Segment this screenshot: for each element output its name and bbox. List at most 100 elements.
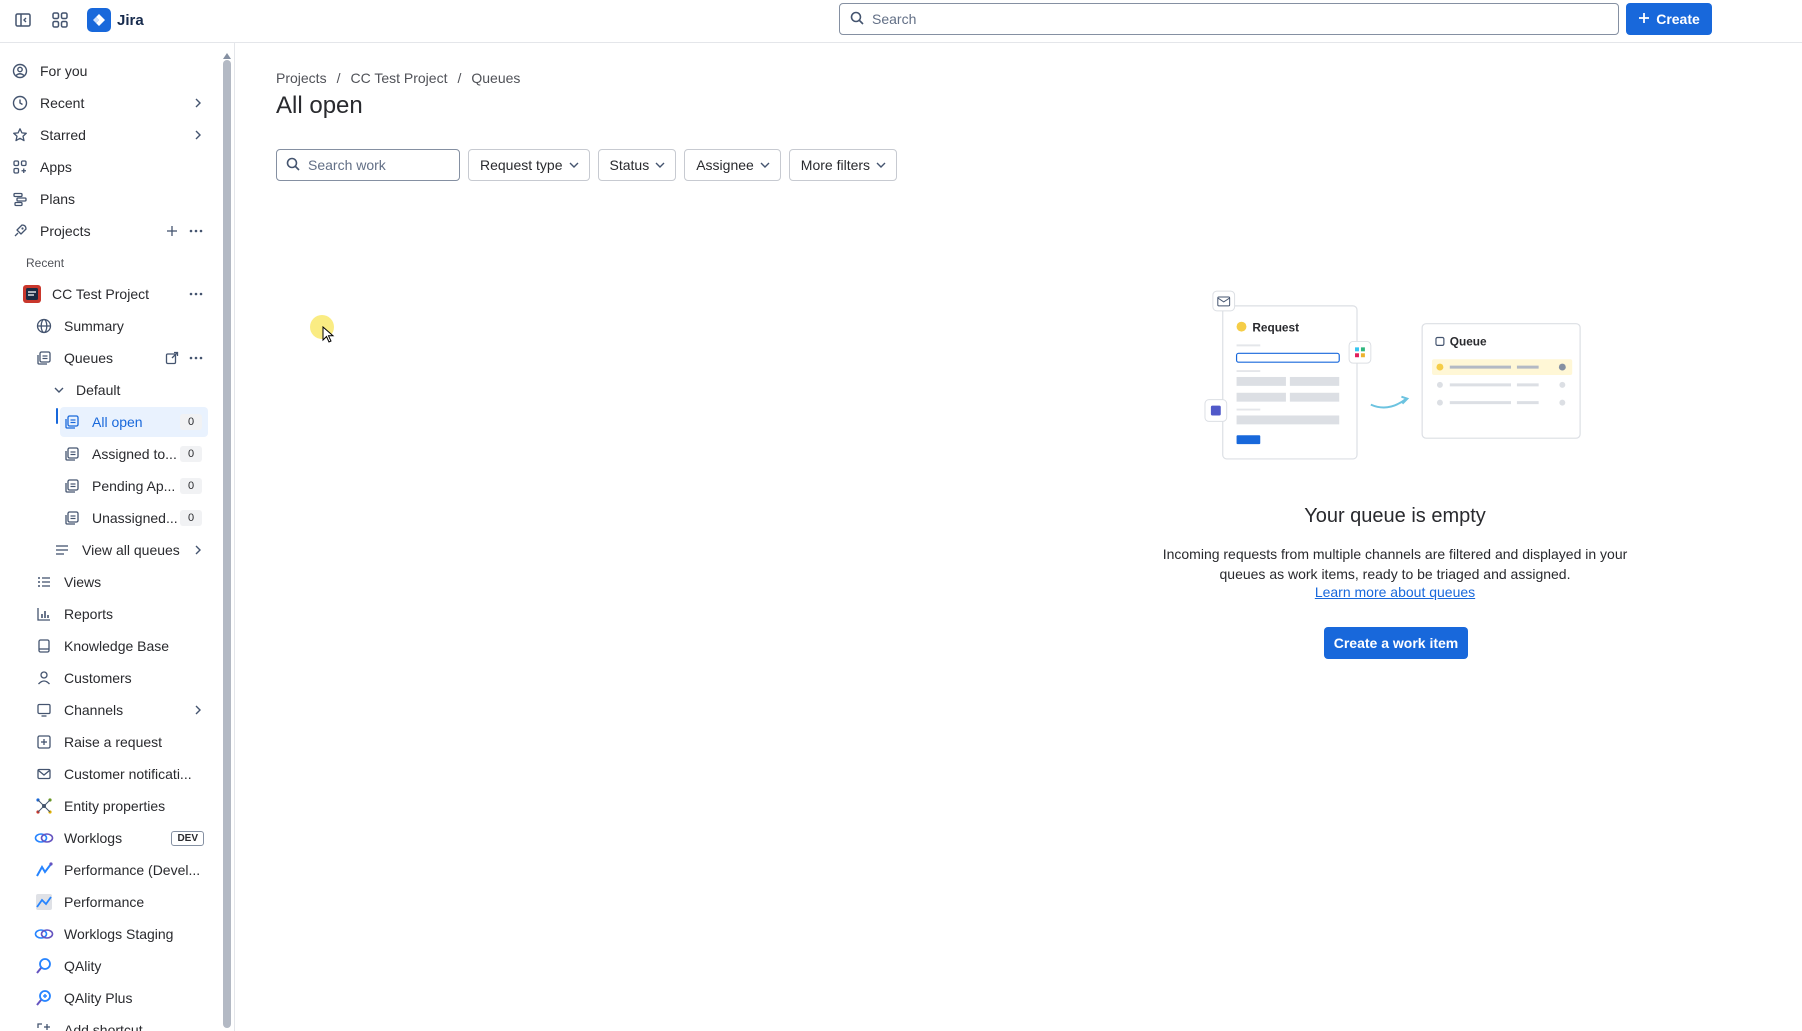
sidebar-item-knowledge-base[interactable]: Knowledge Base — [32, 631, 208, 661]
sidebar-item-summary[interactable]: Summary — [32, 311, 208, 341]
star-icon — [8, 125, 32, 145]
sidebar-divider[interactable] — [234, 43, 235, 1031]
sidebar-item-projects[interactable]: Projects — [8, 216, 208, 246]
bar-chart-icon — [32, 604, 56, 624]
empty-state-description: Incoming requests from multiple channels… — [1162, 546, 1628, 582]
sidebar-item-queues[interactable]: Queues — [32, 343, 208, 373]
more-options-icon[interactable] — [184, 346, 208, 370]
learn-more-queues-link[interactable]: Learn more about queues — [1315, 584, 1475, 600]
open-external-icon[interactable] — [160, 346, 184, 370]
add-project-icon[interactable] — [160, 219, 184, 243]
sidebar-toggle-icon[interactable] — [12, 9, 34, 31]
sidebar-item-qality[interactable]: QAlity — [32, 951, 208, 981]
views-icon — [32, 572, 56, 592]
sidebar-item-starred[interactable]: Starred — [8, 120, 208, 150]
sidebar-item-label: Pending Ap... — [92, 478, 176, 494]
worklogs-app-icon — [32, 828, 56, 848]
sidebar-item-view-all-queues[interactable]: View all queues — [50, 535, 208, 565]
rocket-icon — [8, 221, 32, 241]
sidebar-scrollbar[interactable] — [223, 60, 231, 1028]
queue-count-badge: 0 — [180, 414, 202, 430]
globe-icon — [32, 316, 56, 336]
sidebar-item-performance[interactable]: Performance — [32, 887, 208, 917]
more-options-icon[interactable] — [184, 282, 208, 306]
performance-image-icon — [32, 892, 56, 912]
sidebar-item-plans[interactable]: Plans — [8, 184, 208, 214]
sidebar-item-worklogs-staging[interactable]: Worklogs Staging — [32, 919, 208, 949]
filter-bar: Request type Status Assignee More filter… — [276, 149, 898, 181]
sidebar-item-recent[interactable]: Recent — [8, 88, 208, 118]
queue-count-badge: 0 — [180, 446, 202, 462]
breadcrumb-queues[interactable]: Queues — [471, 70, 520, 86]
queue-item-assigned[interactable]: Assigned to... 0 — [60, 439, 208, 469]
sidebar-item-label: All open — [92, 414, 143, 430]
sidebar-item-label: Starred — [40, 127, 86, 143]
sidebar-item-label: Summary — [64, 318, 124, 334]
sidebar-item-customers[interactable]: Customers — [32, 663, 208, 693]
sidebar-item-views[interactable]: Views — [32, 567, 208, 597]
queue-group-default[interactable]: Default — [50, 375, 208, 405]
sidebar-item-reports[interactable]: Reports — [32, 599, 208, 629]
queue-item-unassigned[interactable]: Unassigned... 0 — [60, 503, 208, 533]
filter-status[interactable]: Status — [597, 149, 677, 181]
filter-label: More filters — [800, 157, 871, 173]
recent-section-label: Recent — [26, 256, 65, 270]
sidebar-item-customer-notifications[interactable]: Customer notificati... — [32, 759, 208, 789]
jira-logo[interactable]: Jira — [87, 8, 144, 32]
mouse-cursor-icon — [322, 326, 335, 343]
chevron-down-icon — [760, 157, 770, 173]
sidebar-item-add-shortcut[interactable]: Add shortcut — [32, 1015, 208, 1031]
more-options-icon[interactable] — [184, 219, 208, 243]
sidebar-item-label: Apps — [40, 159, 72, 175]
queue-icon — [60, 412, 84, 432]
filter-more-filters[interactable]: More filters — [788, 149, 898, 181]
global-search-input[interactable] — [872, 11, 1572, 27]
sidebar-item-qality-plus[interactable]: QAlity Plus — [32, 983, 208, 1013]
sidebar-item-label: Queues — [64, 350, 114, 366]
breadcrumb-projects[interactable]: Projects — [276, 70, 327, 86]
search-work-field[interactable] — [276, 149, 460, 181]
chevron-down-icon — [876, 157, 886, 173]
person-icon — [32, 668, 56, 688]
chevron-right-icon[interactable] — [188, 93, 208, 113]
create-button[interactable]: Create — [1626, 3, 1712, 35]
sidebar-project-cc-test[interactable]: CC Test Project — [20, 279, 208, 309]
sidebar-item-apps[interactable]: Apps — [8, 152, 208, 182]
chevron-down-icon — [569, 157, 579, 173]
sidebar-item-for-you[interactable]: For you — [8, 56, 208, 86]
sidebar-item-channels[interactable]: Channels — [32, 695, 208, 725]
sidebar-item-label: QAlity Plus — [64, 990, 133, 1006]
create-work-item-button[interactable]: Create a work item — [1324, 627, 1468, 659]
chevron-right-icon — [188, 540, 208, 560]
qality-plus-app-icon — [32, 988, 56, 1008]
filter-request-type[interactable]: Request type — [468, 149, 590, 181]
active-indicator — [56, 408, 58, 424]
sidebar-item-raise-request[interactable]: Raise a request — [32, 727, 208, 757]
sidebar-item-label: Plans — [40, 191, 76, 207]
app-switcher-icon[interactable] — [49, 9, 71, 31]
scroll-up-arrow-icon[interactable] — [222, 47, 232, 59]
sidebar-item-label: Raise a request — [64, 734, 163, 750]
filter-assignee[interactable]: Assignee — [684, 149, 781, 181]
sidebar: For you Recent Starred Apps Plans Projec… — [0, 43, 222, 1031]
breadcrumb-project[interactable]: CC Test Project — [350, 70, 447, 86]
app-name: Jira — [117, 11, 144, 29]
filter-label: Status — [609, 157, 650, 173]
sidebar-item-label: Performance (Devel... — [64, 862, 201, 878]
sidebar-item-label: Unassigned... — [92, 510, 178, 526]
sidebar-item-entity-properties[interactable]: Entity properties — [32, 791, 208, 821]
sidebar-item-performance-dev[interactable]: Performance (Devel... — [32, 855, 208, 885]
sidebar-item-label: Default — [76, 382, 121, 398]
chevron-right-icon[interactable] — [188, 125, 208, 145]
search-work-input[interactable] — [308, 157, 458, 173]
sidebar-item-worklogs[interactable]: Worklogs DEV — [32, 823, 208, 853]
clock-icon — [8, 93, 32, 113]
queue-item-all-open[interactable]: All open 0 — [60, 407, 208, 437]
queue-item-pending[interactable]: Pending Ap... 0 — [60, 471, 208, 501]
chevron-right-icon[interactable] — [188, 700, 208, 720]
sidebar-item-label: View all queues — [82, 542, 180, 558]
empty-queue-illustration: Request Queue — [1204, 290, 1581, 460]
dev-badge: DEV — [171, 830, 204, 846]
search-icon — [286, 157, 300, 174]
global-search[interactable] — [839, 3, 1619, 35]
